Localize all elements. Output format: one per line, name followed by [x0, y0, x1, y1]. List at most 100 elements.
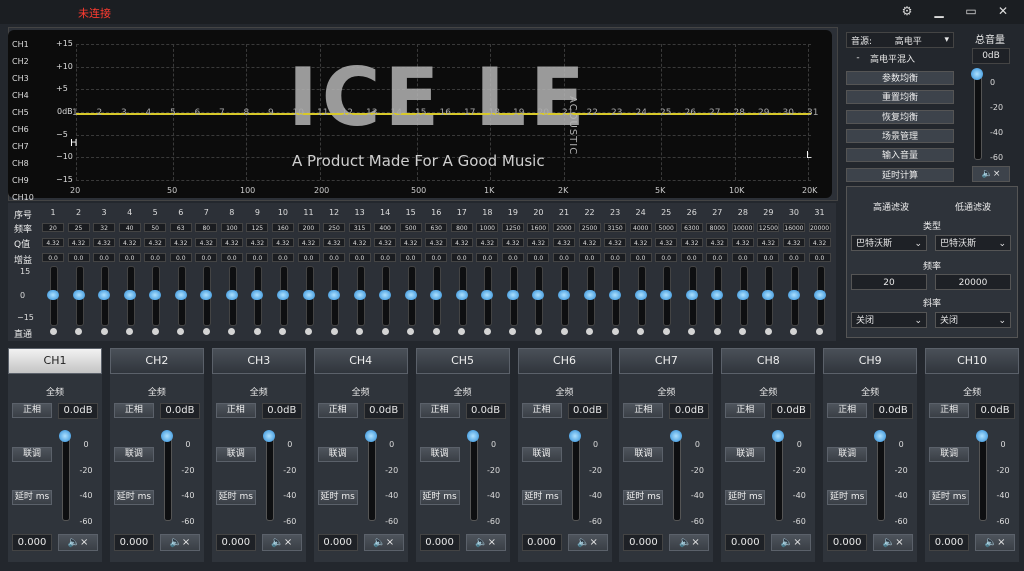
channel-volume-knob[interactable] [466, 430, 479, 442]
channel-mute-button[interactable]: 🔈× [159, 534, 200, 551]
band-bypass-toggle[interactable] [330, 328, 338, 335]
band-gain-input[interactable]: 0.0 [527, 253, 550, 262]
delay-button[interactable]: 延时 ms [215, 490, 256, 505]
band-q-input[interactable]: 4.32 [808, 238, 831, 247]
band-q-input[interactable]: 4.32 [731, 238, 754, 247]
band-point[interactable]: 24 [636, 108, 647, 118]
channel-volume-slider[interactable] [877, 431, 886, 521]
highpass-marker[interactable]: H [70, 138, 78, 149]
band-q-input[interactable]: 4.32 [93, 238, 116, 247]
channel-label[interactable]: CH6 [12, 121, 42, 138]
channel-mute-button[interactable]: 🔈× [58, 534, 98, 551]
band-gain-knob[interactable] [787, 290, 800, 300]
channel-mute-button[interactable]: 🔈× [975, 534, 1016, 551]
band-point[interactable]: 19 [513, 108, 524, 118]
action-button[interactable]: 参数均衡 [846, 71, 954, 85]
band-gain-knob[interactable] [123, 290, 136, 300]
master-mute-button[interactable]: 🔈× [972, 166, 1010, 182]
channel-mute-button[interactable]: 🔈× [771, 534, 812, 551]
action-button[interactable]: 场景管理 [846, 128, 954, 143]
band-bypass-toggle[interactable] [483, 328, 491, 335]
channel-tab[interactable]: CH4 [313, 348, 408, 374]
channel-tab[interactable]: CH2 [109, 348, 204, 374]
band-point[interactable]: 12 [342, 108, 353, 118]
band-point[interactable]: 1 [72, 108, 78, 118]
band-bypass-toggle[interactable] [253, 328, 261, 335]
channel-volume-knob[interactable] [976, 430, 989, 442]
band-gain-input[interactable]: 0.0 [501, 253, 524, 262]
band-point[interactable]: 9 [268, 108, 274, 118]
delay-value-input[interactable]: 0.000 [725, 534, 766, 551]
band-freq-input[interactable]: 3150 [604, 223, 627, 232]
band-gain-input[interactable]: 0.0 [323, 253, 346, 262]
mix-minus-button[interactable]: - [846, 53, 870, 63]
band-point[interactable]: 2 [97, 108, 103, 118]
band-point[interactable]: 30 [783, 108, 794, 118]
delay-value-input[interactable]: 0.000 [113, 534, 154, 551]
phase-button[interactable]: 正相 [827, 403, 868, 418]
band-q-input[interactable]: 4.32 [42, 238, 64, 247]
band-gain-knob[interactable] [813, 290, 826, 300]
band-point[interactable]: 22 [587, 108, 598, 118]
band-point[interactable]: 15 [415, 108, 426, 118]
band-bypass-toggle[interactable] [816, 328, 823, 335]
band-freq-input[interactable]: 1250 [501, 223, 524, 232]
band-point[interactable]: 28 [734, 108, 745, 118]
band-point[interactable]: 23 [611, 108, 622, 118]
delay-value-input[interactable]: 0.000 [521, 534, 562, 551]
delay-value-input[interactable]: 0.000 [215, 534, 256, 551]
band-bypass-toggle[interactable] [202, 328, 210, 335]
phase-button[interactable]: 正相 [725, 403, 766, 418]
channel-label[interactable]: CH1 [12, 36, 42, 53]
band-point[interactable]: 25 [660, 108, 671, 118]
channel-gain-input[interactable]: 0.0dB [873, 403, 914, 419]
band-gain-input[interactable]: 0.0 [731, 253, 754, 262]
channel-label[interactable]: CH2 [12, 53, 42, 70]
band-bypass-toggle[interactable] [560, 328, 568, 335]
band-freq-input[interactable]: 5000 [655, 223, 678, 232]
band-bypass-toggle[interactable] [151, 328, 159, 335]
action-button[interactable]: 恢复均衡 [846, 109, 954, 124]
band-point[interactable]: 16 [440, 108, 451, 118]
channel-gain-input[interactable]: 0.0dB [261, 403, 302, 419]
channel-label[interactable]: CH9 [12, 172, 42, 189]
band-gain-knob[interactable] [276, 290, 289, 300]
band-bypass-toggle[interactable] [713, 328, 721, 335]
link-button[interactable]: 联调 [827, 447, 868, 462]
band-point[interactable]: 17 [464, 108, 475, 118]
band-freq-input[interactable]: 12500 [757, 223, 780, 232]
band-bypass-toggle[interactable] [75, 328, 83, 335]
action-button[interactable]: 延时计算 [846, 167, 954, 182]
band-q-input[interactable]: 4.32 [604, 238, 627, 247]
band-bypass-toggle[interactable] [432, 328, 440, 335]
band-q-input[interactable]: 4.32 [144, 238, 167, 247]
phase-button[interactable]: 正相 [521, 403, 562, 418]
band-gain-input[interactable]: 0.0 [553, 253, 575, 262]
band-q-input[interactable]: 4.32 [271, 238, 294, 247]
band-gain-knob[interactable] [72, 290, 85, 300]
channel-volume-slider[interactable] [469, 431, 478, 521]
band-gain-input[interactable]: 0.0 [782, 253, 805, 262]
band-gain-input[interactable]: 0.0 [425, 253, 448, 262]
band-q-input[interactable]: 4.32 [195, 238, 218, 247]
phase-button[interactable]: 正相 [929, 403, 970, 418]
band-gain-knob[interactable] [379, 290, 392, 300]
band-q-input[interactable]: 4.32 [680, 238, 703, 247]
band-gain-input[interactable]: 0.0 [706, 253, 729, 262]
channel-mute-button[interactable]: 🔈× [873, 534, 914, 551]
channel-volume-slider[interactable] [367, 431, 376, 521]
band-q-input[interactable]: 4.32 [553, 238, 575, 247]
channel-mute-button[interactable]: 🔈× [363, 534, 404, 551]
band-point[interactable]: 13 [366, 108, 377, 118]
link-button[interactable]: 联调 [929, 447, 970, 462]
channel-gain-input[interactable]: 0.0dB [567, 403, 608, 419]
band-freq-input[interactable]: 8000 [706, 223, 729, 232]
band-gain-input[interactable]: 0.0 [808, 253, 831, 262]
action-button[interactable]: 输入音量 [846, 148, 954, 163]
band-gain-knob[interactable] [328, 290, 341, 300]
band-freq-input[interactable]: 4000 [629, 223, 652, 232]
band-gain-input[interactable]: 0.0 [246, 253, 269, 262]
band-gain-input[interactable]: 0.0 [450, 253, 473, 262]
delay-button[interactable]: 延时 ms [725, 490, 766, 505]
minimize-icon[interactable]: ▁ [932, 4, 946, 18]
